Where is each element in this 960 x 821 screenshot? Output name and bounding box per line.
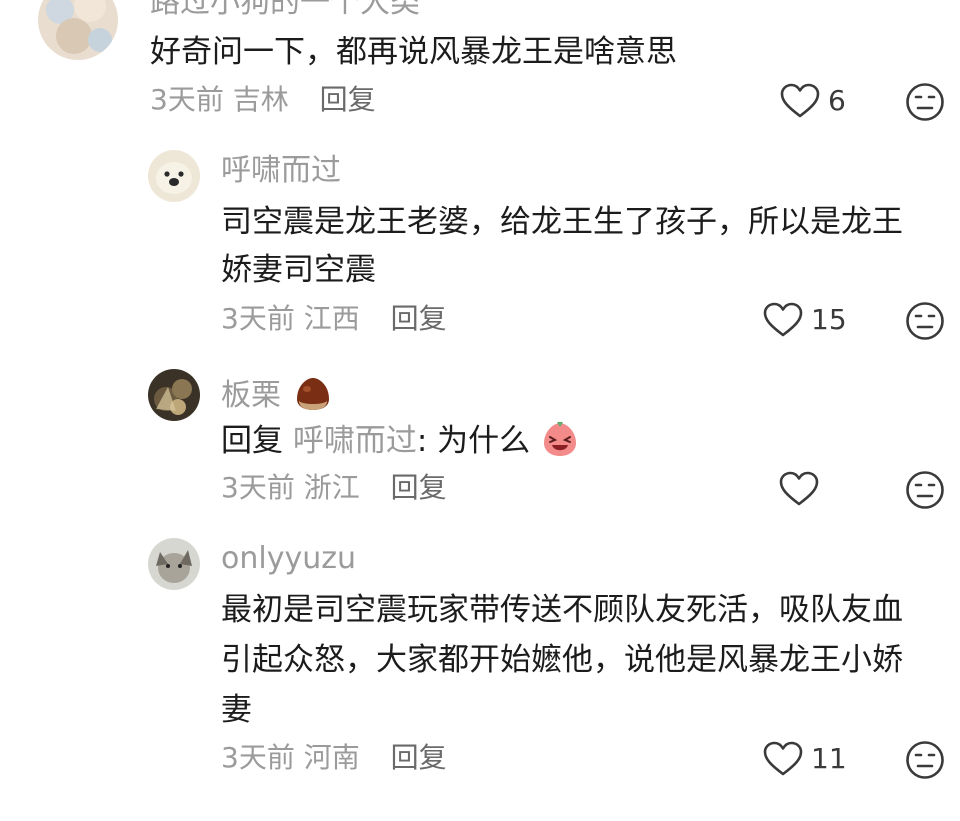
like-count: 6: [828, 84, 846, 117]
comment-text-line: 司空震是龙王老婆，给龙王生了孩子，所以是龙王: [221, 204, 903, 240]
reply-button[interactable]: 回复: [391, 741, 447, 774]
comment-text-line: 引起众怒，大家都开始嬷他，说他是风暴龙王小娇: [221, 642, 903, 678]
chestnut-emoji: [296, 378, 329, 410]
comment-username[interactable]: 板栗: [221, 375, 333, 413]
like-button[interactable]: 11: [763, 741, 847, 777]
neutral-face-icon: [906, 302, 944, 340]
comment-location: 浙江: [303, 471, 360, 504]
comment-meta: 3天前 江西 回复: [221, 305, 447, 333]
comment-location: 江西: [303, 302, 360, 335]
neutral-face-icon: [906, 471, 944, 509]
comment-username[interactable]: onlyyuzu: [221, 544, 356, 574]
neutral-face-icon: [906, 83, 944, 121]
comment-username[interactable]: 路过小狗的一个大类: [150, 0, 420, 18]
comment-text-line: 妻: [221, 692, 252, 728]
like-button[interactable]: 6: [780, 83, 846, 119]
like-count: 15: [811, 303, 847, 336]
neutral-face-icon: [906, 741, 944, 779]
comment-text: 好奇问一下，都再说风暴龙王是啥意思: [150, 34, 677, 70]
comment-text-line: 最初是司空震玩家带传送不顾队友死活，吸队友血: [221, 592, 903, 628]
comment-text-line: 娇妻司空震: [221, 252, 376, 288]
comment-time: 3天前: [150, 83, 224, 116]
comment-meta: 3天前 浙江 回复: [221, 474, 447, 502]
dislike-button[interactable]: [905, 301, 945, 341]
comment-time: 3天前: [221, 302, 295, 335]
avatar[interactable]: [148, 538, 200, 590]
heart-outline-icon: [763, 741, 803, 776]
comment-meta: 3天前 吉林 回复: [150, 86, 376, 114]
reply-button[interactable]: 回复: [391, 302, 447, 335]
heart-outline-icon: [763, 302, 803, 337]
dislike-button[interactable]: [905, 470, 945, 510]
comment-location: 河南: [303, 741, 360, 774]
mentioned-user-link[interactable]: 呼啸而过: [293, 423, 417, 459]
like-button[interactable]: [779, 471, 827, 507]
like-button[interactable]: 15: [763, 302, 847, 338]
heart-outline-icon: [779, 471, 819, 506]
comment-meta: 3天前 河南 回复: [221, 744, 447, 772]
heart-outline-icon: [780, 83, 820, 118]
reply-button[interactable]: 回复: [320, 83, 376, 116]
dislike-button[interactable]: [905, 82, 945, 122]
dislike-button[interactable]: [905, 740, 945, 780]
comment-time: 3天前: [221, 741, 295, 774]
like-count: 11: [811, 742, 847, 775]
comment-time: 3天前: [221, 471, 295, 504]
avatar[interactable]: [148, 369, 200, 421]
comment-text: 回复 呼啸而过: 为什么: [221, 417, 580, 465]
comment-location: 吉林: [232, 83, 289, 116]
avatar[interactable]: [148, 150, 200, 202]
laughing-peach-emoji: [544, 422, 577, 456]
avatar[interactable]: [38, 0, 118, 60]
comment-username[interactable]: 呼啸而过: [221, 156, 341, 186]
reply-button[interactable]: 回复: [391, 471, 447, 504]
